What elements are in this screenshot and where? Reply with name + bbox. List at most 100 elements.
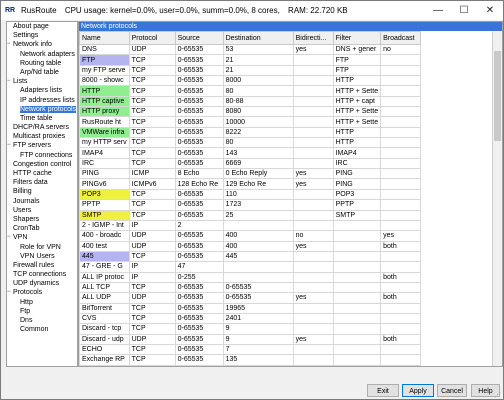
- table-cell: VMWare infra: [79, 126, 130, 139]
- table-cell: both: [380, 292, 422, 304]
- tree-item[interactable]: Network adapters: [7, 50, 77, 59]
- table-row[interactable]: 8000 - showc TCP 0-65535 8000 HTTP: [79, 75, 422, 87]
- tree-item[interactable]: Dns: [7, 316, 77, 325]
- table-cell: [292, 85, 334, 97]
- table-row[interactable]: Discard - udp UDP 0-65535 9 yes both: [79, 333, 422, 345]
- tree-item[interactable]: Ftp: [7, 307, 77, 316]
- table-row[interactable]: my HTTP serv TCP 0-65535 80 HTTP: [79, 137, 422, 149]
- tree-item-label: Role for VPN: [20, 243, 61, 251]
- tree-item[interactable]: Arp/Nd table: [7, 68, 77, 77]
- table-cell: 0-65535: [174, 64, 224, 77]
- table-row[interactable]: ECHO TCP 0-65535 7: [79, 343, 422, 356]
- table-cell: [380, 116, 422, 128]
- navigation-tree[interactable]: About page Settings − Network info Network a…: [6, 21, 78, 367]
- table-row[interactable]: HTTP TCP 0-65535 80 HTTP + Sette: [79, 85, 422, 97]
- table-row[interactable]: Discard - tcp TCP 0-65535 9: [79, 323, 422, 335]
- table-cell: [332, 271, 382, 283]
- tree-item[interactable]: CronTab: [7, 224, 77, 233]
- column-header[interactable]: Bidirecti...: [292, 31, 334, 45]
- cancel-button[interactable]: Cancel: [437, 384, 467, 397]
- title-bar[interactable]: RR RusRoute CPU usage: kernel=0.0%, user…: [1, 1, 503, 20]
- table-row[interactable]: RusRoute ht TCP 0-65535 10000 HTTP + Sette: [79, 116, 422, 128]
- collapse-toggle-icon[interactable]: −: [7, 78, 12, 84]
- tree-item[interactable]: Adapters lists: [7, 86, 77, 95]
- table-row[interactable]: HTTP proxy TCP 0-65535 8080 HTTP + Sette: [79, 106, 422, 118]
- table-row[interactable]: PINGv6 ICMPv6 128 Echo Re 129 Echo Re yes PIN…: [79, 178, 422, 190]
- table-row[interactable]: FTP-DataTCP0-6553565536 (just fo: [79, 364, 422, 366]
- exit-button[interactable]: Exit: [367, 384, 399, 397]
- protocols-table[interactable]: Name Protocol Source Destination Bidirecti..…: [79, 31, 422, 366]
- tree-item[interactable]: Time table: [7, 114, 77, 123]
- column-header[interactable]: Broadcast: [380, 31, 422, 45]
- tree-item[interactable]: Users: [7, 206, 77, 215]
- tree-item[interactable]: VPN Users: [7, 252, 77, 261]
- tree-item[interactable]: Role for VPN: [7, 243, 77, 252]
- table-row[interactable]: 2 - IGMP - Int IP 2: [79, 219, 422, 232]
- table-row[interactable]: 400 test UDP 0-65535 400 yes both: [79, 240, 422, 252]
- collapse-toggle-icon[interactable]: −: [7, 289, 12, 295]
- scrollbar-thumb[interactable]: [494, 51, 501, 141]
- tree-item[interactable]: Common: [7, 325, 77, 334]
- tree-item[interactable]: Filters data: [7, 178, 77, 187]
- column-header[interactable]: Source: [174, 31, 224, 45]
- column-header[interactable]: Protocol: [128, 31, 176, 45]
- table-row[interactable]: ALL IP protoc IP 0-255 both: [79, 271, 422, 283]
- tree-item[interactable]: Multicast proxies: [7, 132, 77, 141]
- table-row[interactable]: PPTP TCP 0-65535 1723 PPTP: [79, 199, 422, 211]
- tree-item[interactable]: Billing: [7, 187, 77, 196]
- tree-item[interactable]: About page: [7, 22, 77, 31]
- tree-item[interactable]: − Protocols: [7, 288, 77, 297]
- tree-item[interactable]: − Lists: [7, 77, 77, 86]
- tree-item[interactable]: IP addresses lists: [7, 96, 77, 105]
- table-row[interactable]: Exchange RP TCP 0-65535 135: [79, 354, 422, 366]
- table-row[interactable]: ALL TCP TCP 0-65535 0-65535: [79, 281, 422, 294]
- table-row[interactable]: FTP TCP 0-65535 21 FTP: [79, 54, 422, 66]
- collapse-toggle-icon[interactable]: −: [7, 234, 12, 240]
- tree-item[interactable]: Firewall rules: [7, 261, 77, 270]
- tree-item[interactable]: TCP connections: [7, 270, 77, 279]
- column-header[interactable]: Filter: [332, 31, 382, 45]
- maximize-button[interactable]: ☐: [453, 1, 475, 20]
- tree-item[interactable]: Network protocols: [7, 105, 77, 114]
- tree-item[interactable]: Http: [7, 298, 77, 307]
- tree-item[interactable]: − FTP servers: [7, 141, 77, 150]
- table-row[interactable]: IMAP4 TCP 0-65535 143 IMAP4: [79, 147, 422, 159]
- table-row[interactable]: VMWare infra TCP 0-65535 8222 HTTP: [79, 126, 422, 139]
- column-header[interactable]: Destination: [222, 31, 294, 45]
- table-row[interactable]: SMTP TCP 0-65535 25 SMTP: [79, 209, 422, 221]
- tree-item[interactable]: Congestion control: [7, 160, 77, 169]
- table-row[interactable]: 47 - GRE - G IP 47: [79, 261, 422, 273]
- minimize-button[interactable]: —: [427, 1, 449, 20]
- tree-item[interactable]: Settings: [7, 31, 77, 40]
- tree-item[interactable]: Journals: [7, 197, 77, 206]
- tree-item[interactable]: FTP connections: [7, 151, 77, 160]
- table-row[interactable]: DNS UDP 0-65535 53 yes DNS + gener no: [79, 43, 422, 56]
- tree-item[interactable]: DHCP/RA servers: [7, 123, 77, 132]
- table-cell: SMTP: [79, 209, 130, 221]
- collapse-toggle-icon[interactable]: −: [7, 41, 12, 47]
- tree-item[interactable]: − VPN: [7, 233, 77, 242]
- table-row[interactable]: my FTP serve TCP 0-65535 21 FTP: [79, 64, 422, 77]
- table-row[interactable]: HTTP captive TCP 0-65535 80-88 HTTP + capt: [79, 95, 422, 108]
- resize-grip-icon[interactable]: ⋰: [494, 391, 502, 399]
- table-cell: [332, 240, 382, 252]
- table-row[interactable]: 400 - broadc UDP 0-65535 400 no yes: [79, 230, 422, 242]
- table-cell: ICMPv6: [128, 178, 176, 190]
- table-row[interactable]: POP3 TCP 0-65535 110 POP3: [79, 188, 422, 201]
- vertical-scrollbar[interactable]: [492, 31, 502, 366]
- tree-item[interactable]: UDP dynamics: [7, 279, 77, 288]
- tree-item[interactable]: HTTP cache: [7, 169, 77, 178]
- tree-item[interactable]: Routing table: [7, 59, 77, 68]
- table-row[interactable]: PING ICMP 8 Echo 0 Echo Reply yes PING: [79, 168, 422, 180]
- table-row[interactable]: BitTorrent TCP 0-65535 19965: [79, 302, 422, 314]
- table-row[interactable]: IRC TCP 0-65535 6669 IRC: [79, 157, 422, 170]
- table-row[interactable]: ALL UDP UDP 0-65535 0-65535 yes both: [79, 292, 422, 304]
- table-row[interactable]: CVS TCP 0-65535 2401: [79, 312, 422, 325]
- tree-item[interactable]: − Network info: [7, 40, 77, 49]
- close-button[interactable]: ✕: [479, 1, 501, 20]
- table-row[interactable]: 445 TCP 0-65535 445: [79, 250, 422, 263]
- tree-item[interactable]: Shapers: [7, 215, 77, 224]
- apply-button[interactable]: Apply: [402, 384, 434, 397]
- collapse-toggle-icon[interactable]: −: [7, 142, 12, 148]
- column-header[interactable]: Name: [79, 31, 130, 45]
